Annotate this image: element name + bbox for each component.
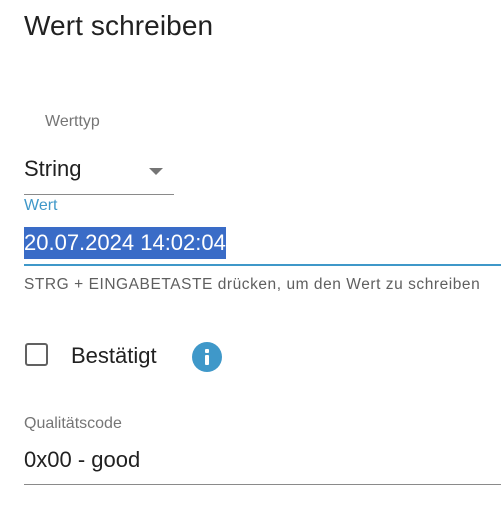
quality-code-label: Qualitätscode [24,415,122,432]
info-icon[interactable] [192,342,222,372]
quality-code-value: 0x00 - good [24,447,141,472]
value-input-text: 20.07.2024 14:02:04 [24,227,226,259]
dialog-title: Wert schreiben [24,10,214,41]
dropdown-arrow-icon [149,168,163,175]
ack-checkbox-label[interactable]: Bestätigt [71,343,157,369]
value-input[interactable]: 20.07.2024 14:02:04 [24,224,501,266]
value-label: Wert [24,197,58,214]
value-type-selected: String [24,156,82,181]
write-value-dialog: Wert schreiben Werttyp String Wert 20.07… [0,0,501,510]
value-type-select[interactable]: String [24,152,174,195]
value-helper-text: STRG + EINGABETASTE drücken, um den Wert… [24,276,481,293]
quality-code-input[interactable]: 0x00 - good [24,442,501,485]
ack-checkbox[interactable] [25,343,48,366]
value-type-label: Werttyp [45,113,100,130]
